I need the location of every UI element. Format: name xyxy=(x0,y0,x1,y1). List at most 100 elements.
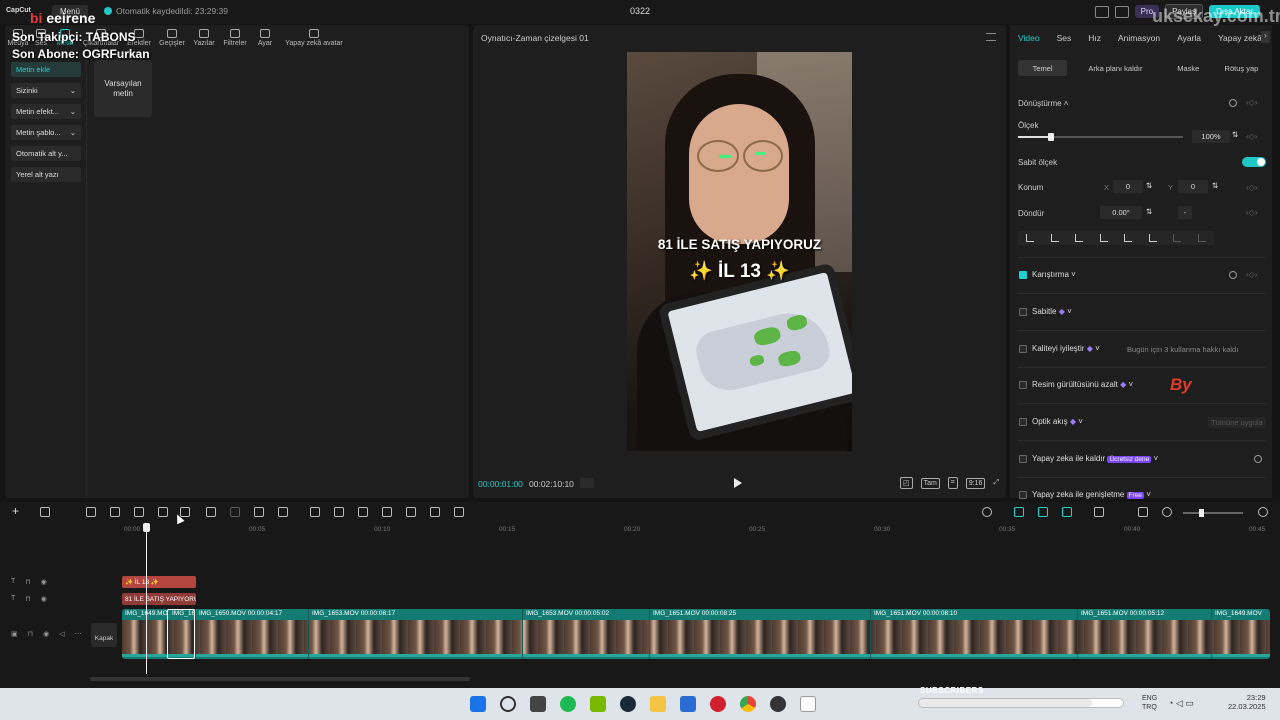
store-icon[interactable] xyxy=(680,696,696,712)
tab-adjustments[interactable]: Ayarla xyxy=(1177,33,1201,43)
text-clip[interactable]: ✨ İL 13 ✨ xyxy=(122,576,196,588)
freeze-icon[interactable] xyxy=(278,507,288,517)
tab-ai[interactable]: Yapay zekâ xyxy=(1218,33,1262,43)
timecode-toggle[interactable] xyxy=(580,478,594,488)
scale-slider[interactable] xyxy=(1018,133,1183,141)
sidebar-item-local-captions[interactable]: Yerel alt yazı xyxy=(11,167,81,182)
lock-icon[interactable]: ⊓ xyxy=(25,578,30,586)
denoise-checkbox[interactable] xyxy=(1019,381,1027,389)
speaker-icon[interactable]: ◁ xyxy=(59,630,64,638)
system-clock[interactable]: 23:29 22.03.2025 xyxy=(1228,693,1266,711)
aspect-ratio-button[interactable]: 9:16 xyxy=(965,477,986,489)
mirror-icon[interactable] xyxy=(310,507,320,517)
tab-captions[interactable]: Yazılar xyxy=(189,27,219,51)
distribute-v-icon[interactable] xyxy=(1197,234,1206,242)
keyframe-icon[interactable]: ‹◇› xyxy=(1246,183,1257,192)
redo-icon[interactable] xyxy=(110,507,120,517)
optical-flow-checkbox[interactable] xyxy=(1019,418,1027,426)
playhead[interactable] xyxy=(146,526,147,674)
align-right-icon[interactable] xyxy=(1075,234,1084,242)
lock-icon[interactable]: ⊓ xyxy=(25,595,30,603)
spotify-icon[interactable] xyxy=(560,696,576,712)
rotate-input[interactable]: 0.00° xyxy=(1100,206,1142,219)
delete-icon[interactable] xyxy=(206,507,216,517)
enhance-row[interactable]: Kaliteyi iyileştir ◆ ˅ xyxy=(1032,344,1100,353)
caption-line-2[interactable]: ✨ İL 13 ✨ xyxy=(627,259,852,283)
tray-icons[interactable]: ◔ ◁ ▭ xyxy=(1168,698,1194,709)
reset-transform-icon[interactable] xyxy=(1229,99,1237,107)
crop-icon[interactable]: ⌗ xyxy=(947,477,958,489)
audio-wave-icon[interactable] xyxy=(454,507,464,517)
language-indicator[interactable]: ENG TRQ xyxy=(1142,694,1157,712)
reverse-icon[interactable] xyxy=(334,507,344,517)
zoom-slider[interactable] xyxy=(1183,509,1243,517)
magnet-icon[interactable] xyxy=(1038,507,1048,517)
link-icon[interactable] xyxy=(1014,507,1024,517)
undo-icon[interactable] xyxy=(86,507,96,517)
fixed-scale-toggle[interactable] xyxy=(1242,157,1266,167)
fit-icon[interactable] xyxy=(1138,507,1148,517)
scale-slider-knob[interactable] xyxy=(1048,133,1054,141)
nvidia-icon[interactable] xyxy=(590,696,606,712)
pos-y-input[interactable]: 0 xyxy=(1178,180,1208,193)
denoise-row[interactable]: Resim gürültüsünü azalt ◆ ˅ xyxy=(1032,380,1133,389)
caption-line-1[interactable]: 81 İLE SATIŞ YAPIYORUZ xyxy=(627,237,852,252)
tab-animation[interactable]: Animasyon xyxy=(1118,33,1160,43)
sidebar-item-yours[interactable]: Sizinki ⌄ xyxy=(11,83,81,98)
rotate-stepper-icon[interactable]: ⇅ xyxy=(1146,207,1152,216)
player-menu-icon[interactable] xyxy=(986,33,996,41)
selected-clip[interactable] xyxy=(167,609,195,659)
stabilize-row[interactable]: Sabitle ◆ ˅ xyxy=(1032,307,1072,316)
pos-x-input[interactable]: 0 xyxy=(1113,180,1143,193)
preview-axis-icon[interactable] xyxy=(1094,507,1104,517)
task-view-icon[interactable] xyxy=(530,696,546,712)
eye-icon[interactable]: ◉ xyxy=(41,595,47,603)
search-icon[interactable] xyxy=(500,696,516,712)
ai-expand-checkbox[interactable] xyxy=(1019,491,1027,499)
sidebar-item-auto-captions[interactable]: Otomatik alt y... xyxy=(11,146,81,161)
reset-ai-icon[interactable] xyxy=(1254,455,1262,463)
timeline-ruler[interactable]: 00:00 00:05 00:10 00:15 00:20 00:25 00:30 00:35… xyxy=(120,524,1270,536)
zoom-out-icon[interactable] xyxy=(1162,507,1172,517)
sidebar-item-add-text[interactable]: Metin ekle xyxy=(11,62,81,77)
tabs-next-icon[interactable]: › xyxy=(1261,31,1270,43)
layout-icon[interactable] xyxy=(1094,5,1109,18)
trim-left-icon[interactable] xyxy=(158,507,168,517)
main-video-track[interactable]: IMG_1649.MO IMG_16 IMG_1650.MOV 00:00:04… xyxy=(122,609,1270,659)
ai-remove-checkbox[interactable] xyxy=(1019,455,1027,463)
keyframe-icon[interactable]: ‹◇› xyxy=(1246,208,1257,217)
chrome-icon[interactable] xyxy=(740,696,756,712)
snap-icon[interactable] xyxy=(1062,507,1072,517)
start-icon[interactable] xyxy=(470,696,486,712)
transform-heading[interactable]: Dönüştürme ˄ xyxy=(1018,99,1068,108)
zoom-knob[interactable] xyxy=(1199,509,1204,517)
tab-transitions[interactable]: Geçişler xyxy=(155,27,189,51)
blend-row[interactable]: Karıştırma ˅ xyxy=(1032,270,1076,279)
select-tool-icon[interactable] xyxy=(40,507,50,517)
cover-button[interactable]: Kapak xyxy=(91,623,117,647)
stabilize-checkbox[interactable] xyxy=(1019,308,1027,316)
auto-reframe-icon[interactable] xyxy=(358,507,368,517)
ai-expand-row[interactable]: Yapay zeka ile genişletme Free ˅ xyxy=(1032,490,1151,499)
eye-icon[interactable]: ◉ xyxy=(43,630,49,638)
video-preview[interactable]: 81 İLE SATIŞ YAPIYORUZ ✨ İL 13 ✨ xyxy=(627,52,852,451)
steam-icon[interactable] xyxy=(620,696,636,712)
scale-input[interactable]: 100% xyxy=(1192,130,1230,143)
marker-icon[interactable] xyxy=(230,507,240,517)
microphone-icon[interactable] xyxy=(982,507,992,517)
folder-icon[interactable] xyxy=(650,696,666,712)
fullscreen-icon[interactable]: ⤢ xyxy=(993,479,999,487)
tab-speed[interactable]: Hız xyxy=(1088,33,1101,43)
ratio-button[interactable]: Tam xyxy=(920,477,940,489)
lock-icon[interactable]: ⊓ xyxy=(28,630,33,638)
media-app-icon[interactable] xyxy=(710,696,726,712)
reset-blend-icon[interactable] xyxy=(1229,271,1237,279)
blend-checkbox[interactable] xyxy=(1019,271,1027,279)
sidebar-item-text-templates[interactable]: Metin şablo... ⌄ xyxy=(11,125,81,140)
pos-x-stepper-icon[interactable]: ⇅ xyxy=(1146,181,1152,190)
play-icon[interactable] xyxy=(734,478,742,488)
subtab-mask[interactable]: Maske xyxy=(1164,60,1213,76)
tab-filters[interactable]: Filtreler xyxy=(219,27,251,51)
crop-tool-icon[interactable] xyxy=(254,507,264,517)
timeline-scrollbar[interactable] xyxy=(90,677,470,681)
